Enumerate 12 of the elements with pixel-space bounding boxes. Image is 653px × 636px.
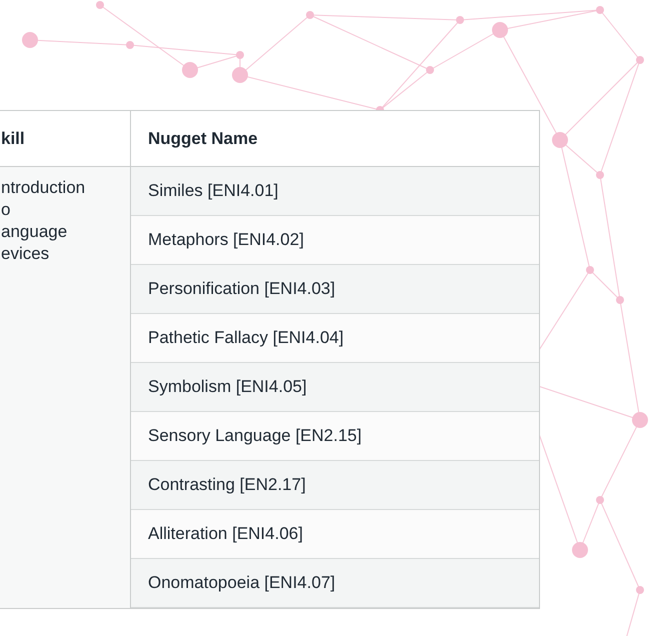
table-cell: Metaphors [ENI4.02] xyxy=(131,216,539,265)
column-header: Nugget Name xyxy=(147,128,259,150)
table-cell: Onomatopoeia [ENI4.07] xyxy=(131,559,539,608)
table-cell: Sensory Language [EN2.15] xyxy=(131,412,539,461)
table-cell: Personification [ENI4.03] xyxy=(131,265,539,314)
table-cell: Symbolism [ENI4.05] xyxy=(131,363,539,412)
table-cell: Pathetic Fallacy [ENI4.04] xyxy=(131,314,539,363)
table-cell: Contrasting [EN2.17] xyxy=(131,461,539,510)
table-cell: Alliteration [ENI4.06] xyxy=(131,510,539,559)
column-header: kill xyxy=(0,111,131,166)
table-cell: Similes [ENI4.01] xyxy=(131,167,539,216)
table-cell: ntroduction o anguage evices xyxy=(0,167,131,608)
